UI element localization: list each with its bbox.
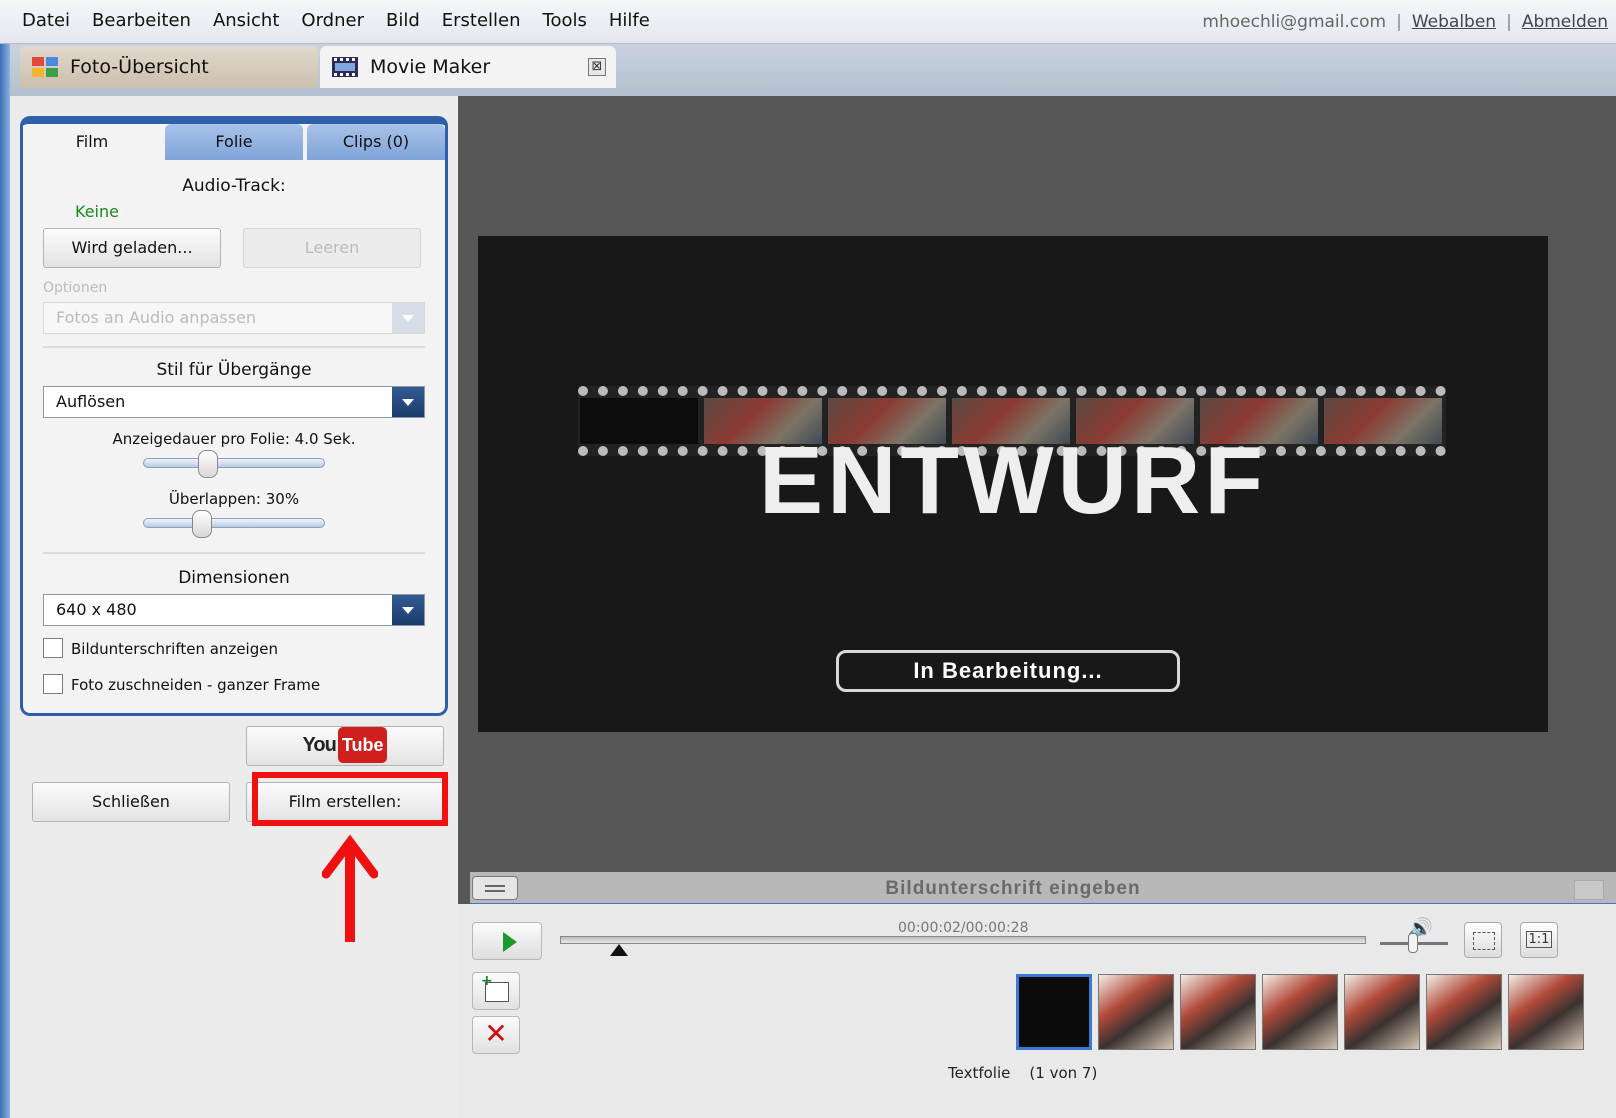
menu-ordner[interactable]: Ordner (301, 10, 364, 31)
actual-size-label: 1:1 (1525, 931, 1553, 948)
abmelden-link[interactable]: Abmelden (1522, 12, 1608, 32)
slide-thumbnail[interactable] (1262, 974, 1338, 1050)
tab-clips[interactable]: Clips (0) (307, 124, 445, 160)
menu-bar: Datei Bearbeiten Ansicht Ordner Bild Ers… (0, 0, 1616, 44)
slide-status: Textfolie (1 von 7) (948, 1064, 1098, 1082)
divider (43, 552, 425, 554)
webalben-link[interactable]: Webalben (1412, 12, 1496, 32)
actual-size-button[interactable]: 1:1 (1520, 922, 1558, 958)
menu-datei[interactable]: Datei (22, 10, 70, 31)
audio-options-dropdown[interactable]: Fotos an Audio anpassen (43, 302, 425, 334)
settings-tabs: Film Folie Clips (0) (23, 124, 445, 160)
duration-label: Anzeigedauer pro Folie: 4.0 Sek. (112, 430, 356, 448)
load-audio-button[interactable]: Wird geladen... (43, 228, 221, 268)
account-email: mhoechli@gmail.com (1202, 12, 1387, 32)
tab-photo-overview[interactable]: Foto-Übersicht (20, 46, 318, 88)
preview-area: ENTWURF In Bearbeitung... Bildunterschri… (458, 96, 1616, 906)
timecode: 00:00:02/00:00:28 (898, 920, 1029, 936)
tab-film[interactable]: Film (23, 124, 161, 160)
caption-bar: Bildunterschrift eingeben (470, 872, 1616, 906)
separator: | (1506, 12, 1512, 32)
menu-tools[interactable]: Tools (543, 10, 587, 31)
close-button[interactable]: Schließen (32, 782, 230, 822)
close-tab-icon[interactable]: ⊠ (588, 58, 606, 76)
overlap-slider-knob[interactable] (192, 510, 212, 538)
chevron-down-icon (392, 595, 424, 625)
dimensions-value: 640 x 480 (56, 600, 137, 619)
audio-track-value: Keine (75, 202, 119, 221)
menu-ansicht[interactable]: Ansicht (213, 10, 279, 31)
youtube-logo-tube: Tube (337, 727, 388, 763)
show-captions-checkbox[interactable] (43, 638, 63, 658)
menu-bearbeiten[interactable]: Bearbeiten (92, 10, 191, 31)
chevron-down-icon (392, 303, 424, 333)
slide-thumbnail[interactable] (1508, 974, 1584, 1050)
highlight-box (252, 772, 448, 826)
transition-heading: Stil für Übergänge (156, 360, 312, 380)
dimensions-dropdown[interactable]: 640 x 480 (43, 594, 425, 626)
filmstrip-icon (332, 57, 358, 77)
transition-style-value: Auflösen (56, 392, 126, 411)
play-button[interactable] (472, 922, 542, 960)
separator: | (1396, 12, 1402, 32)
volume-slider-knob[interactable] (1408, 933, 1418, 953)
slide-thumbnail[interactable] (1016, 974, 1092, 1050)
chevron-down-icon (392, 387, 424, 417)
youtube-upload-button[interactable]: You Tube (246, 726, 444, 766)
menu-bild[interactable]: Bild (386, 10, 420, 31)
youtube-logo-you: You (302, 734, 337, 756)
slide-thumbnail[interactable] (1426, 974, 1502, 1050)
tab-strip: Foto-Übersicht Movie Maker ⊠ (10, 44, 1616, 96)
transition-style-dropdown[interactable]: Auflösen (43, 386, 425, 418)
slide-thumbnails (1016, 972, 1616, 1052)
playhead-marker[interactable] (610, 944, 628, 956)
delete-slide-button[interactable]: ✕ (472, 1016, 520, 1054)
timeline-controls: 00:00:02/00:00:28 🔊 1:1 ✕ Textfolie (1 v… (458, 904, 1616, 1118)
clear-audio-button[interactable]: Leeren (243, 228, 421, 268)
processing-status: In Bearbeitung... (836, 650, 1180, 692)
overlap-slider[interactable] (143, 510, 325, 538)
menu-hilfe[interactable]: Hilfe (609, 10, 650, 31)
duration-slider-knob[interactable] (198, 450, 218, 478)
menu-items: Datei Bearbeiten Ansicht Ordner Bild Ers… (22, 10, 672, 31)
audio-track-heading: Audio-Track: (182, 176, 286, 196)
tab-movie-maker[interactable]: Movie Maker ⊠ (320, 46, 616, 88)
options-label: Optionen (43, 280, 108, 296)
dimensions-heading: Dimensionen (178, 568, 290, 588)
video-preview: ENTWURF In Bearbeitung... (478, 236, 1548, 732)
crop-full-frame-label: Foto zuschneiden - ganzer Frame (71, 676, 321, 694)
duration-slider[interactable] (143, 450, 325, 478)
slide-thumbnail[interactable] (1098, 974, 1174, 1050)
timeline-scrubber[interactable] (560, 936, 1366, 944)
tab-movie-maker-label: Movie Maker (370, 56, 491, 78)
fit-view-button[interactable] (1464, 922, 1502, 958)
menu-erstellen[interactable]: Erstellen (442, 10, 521, 31)
trash-icon[interactable] (1574, 880, 1604, 900)
account-area: mhoechli@gmail.com | Webalben | Abmelden (1202, 12, 1608, 32)
draft-watermark: ENTWURF (759, 427, 1267, 534)
show-captions-label: Bildunterschriften anzeigen (71, 640, 278, 658)
window-left-edge (0, 0, 10, 1118)
crop-full-frame-checkbox[interactable] (43, 674, 63, 694)
divider (43, 346, 425, 348)
tab-photo-overview-label: Foto-Übersicht (70, 56, 209, 78)
tab-folie[interactable]: Folie (165, 124, 303, 160)
slide-thumbnail[interactable] (1180, 974, 1256, 1050)
add-text-slide-button[interactable] (472, 972, 520, 1010)
audio-options-value: Fotos an Audio anpassen (56, 308, 257, 327)
caption-input[interactable]: Bildunterschrift eingeben (470, 878, 1556, 900)
slide-thumbnail[interactable] (1344, 974, 1420, 1050)
red-arrow-annotation (322, 834, 378, 942)
volume-slider[interactable] (1380, 933, 1448, 953)
settings-pane: Film Folie Clips (0) Audio-Track: Keine … (10, 96, 458, 1118)
overlap-label: Überlappen: 30% (168, 490, 300, 508)
photo-overview-icon (32, 57, 58, 77)
movie-settings-panel: Film Folie Clips (0) Audio-Track: Keine … (20, 116, 448, 716)
